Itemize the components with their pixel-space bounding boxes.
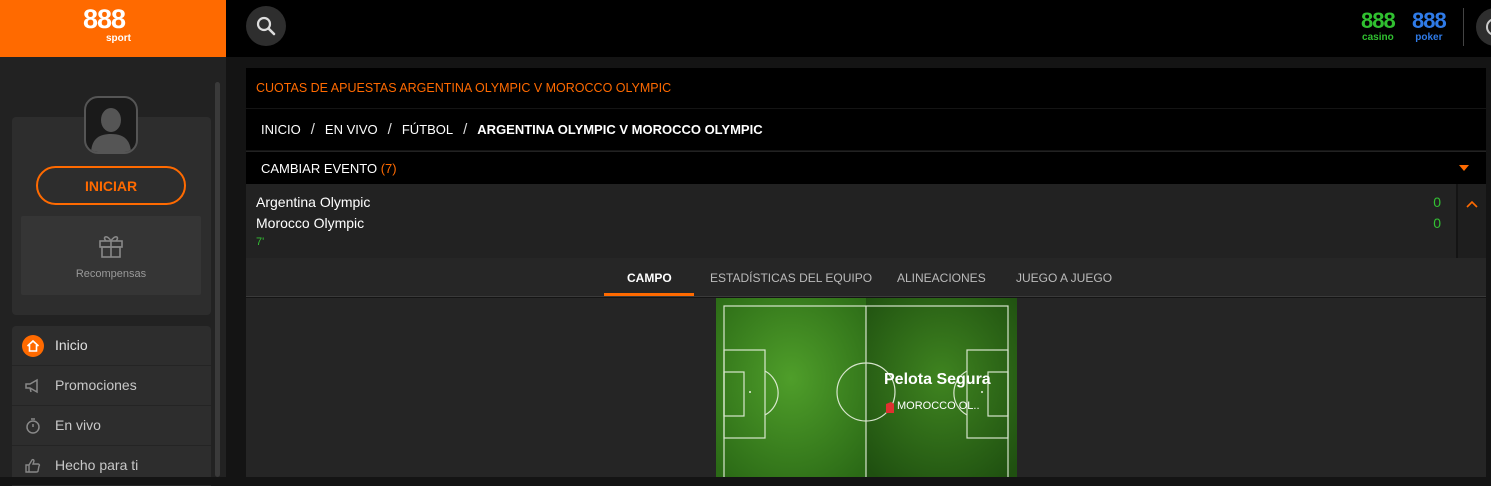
tab-alineaciones[interactable]: ALINEACIONES	[897, 271, 986, 285]
breadcrumb-current: ARGENTINA OLYMPIC V MOROCCO OLYMPIC	[477, 122, 763, 137]
top-bar: 888 sport 888 casino 888 poker	[0, 0, 1491, 57]
user-icon	[91, 108, 131, 152]
breadcrumb-separator: /	[310, 121, 315, 138]
breadcrumb: INICIO / EN VIVO / FÚTBOL / ARGENTINA OL…	[246, 109, 1486, 150]
rewards-label: Recompensas	[75, 268, 147, 280]
sidebar-item-label: En vivo	[55, 417, 101, 433]
home-icon	[22, 335, 44, 357]
chevron-up-icon	[1466, 200, 1478, 208]
breadcrumb-inicio[interactable]: INICIO	[261, 122, 301, 137]
sidebar-item-hecho-para-ti[interactable]: Hecho para ti	[12, 446, 211, 486]
active-tab-indicator	[604, 293, 694, 296]
change-event-count: (7)	[380, 161, 397, 176]
casino-label: casino	[1362, 32, 1394, 43]
login-button[interactable]: INICIAR	[36, 166, 186, 205]
scoreboard: Argentina Olympic Morocco Olympic 0 0 7'	[246, 184, 1456, 258]
poker-label: poker	[1415, 32, 1443, 43]
pitch-team: MOROCCO OL..	[897, 400, 980, 412]
breadcrumb-separator: /	[463, 121, 468, 138]
home-team: Argentina Olympic	[256, 194, 371, 210]
settings-button[interactable]	[1476, 8, 1491, 46]
pitch-area: Pelota Segura MOROCCO OL..	[246, 298, 1486, 486]
gear-icon	[1486, 18, 1491, 36]
tab-estadisticas[interactable]: ESTADÍSTICAS DEL EQUIPO	[710, 271, 872, 285]
casino-link[interactable]: 888 casino	[1361, 8, 1396, 44]
match-tabs: CAMPO ESTADÍSTICAS DEL EQUIPO ALINEACION…	[246, 258, 1486, 297]
pitch: Pelota Segura MOROCCO OL..	[716, 298, 1017, 486]
change-event-text: CAMBIAR EVENTO	[261, 161, 378, 176]
poker-link[interactable]: 888 poker	[1412, 8, 1447, 44]
search-icon	[256, 16, 276, 36]
breadcrumb-separator: /	[387, 121, 392, 138]
sidebar-item-label: Hecho para ti	[55, 457, 139, 473]
search-button[interactable]	[246, 6, 286, 46]
tab-juego-a-juego[interactable]: JUEGO A JUEGO	[1016, 271, 1112, 285]
casino-logo: 888	[1361, 8, 1396, 33]
page-title: CUOTAS DE APUESTAS ARGENTINA OLYMPIC V M…	[256, 81, 672, 95]
sidebar-scrollbar[interactable]	[215, 82, 220, 477]
shirt-icon	[886, 402, 894, 413]
sidebar-item-en-vivo[interactable]: En vivo	[12, 406, 211, 446]
poker-logo: 888	[1412, 8, 1447, 33]
change-event-label: CAMBIAR EVENTO (7)	[261, 161, 397, 176]
logo[interactable]: 888 sport	[0, 0, 226, 57]
change-event-dropdown[interactable]: CAMBIAR EVENTO (7)	[246, 151, 1486, 184]
logo-text: 888	[83, 4, 126, 34]
collapse-button[interactable]	[1458, 184, 1486, 258]
gift-icon	[99, 236, 123, 258]
avatar	[84, 96, 138, 154]
main-content: CUOTAS DE APUESTAS ARGENTINA OLYMPIC V M…	[246, 68, 1486, 486]
breadcrumb-futbol[interactable]: FÚTBOL	[402, 122, 453, 137]
rewards-button[interactable]: Recompensas	[21, 216, 201, 295]
away-team: Morocco Olympic	[256, 215, 365, 231]
match-minute: 7'	[256, 236, 265, 248]
sidebar-item-promociones[interactable]: Promociones	[12, 366, 211, 406]
sidebar-item-label: Inicio	[55, 337, 88, 353]
sidebar-item-inicio[interactable]: Inicio	[12, 326, 211, 366]
away-score: 0	[1433, 215, 1441, 231]
sidebar-nav: Inicio Promociones En vivo Hecho para ti	[12, 326, 211, 486]
breadcrumb-en-vivo[interactable]: EN VIVO	[325, 122, 378, 137]
thumbs-up-icon	[25, 458, 41, 473]
stopwatch-icon	[26, 418, 40, 434]
sidebar-item-label: Promociones	[55, 377, 137, 393]
logo-subtext: sport	[106, 33, 131, 44]
tab-campo[interactable]: CAMPO	[627, 271, 672, 285]
pitch-status: Pelota Segura	[884, 371, 991, 388]
megaphone-icon	[25, 378, 38, 394]
page-title-bar: CUOTAS DE APUESTAS ARGENTINA OLYMPIC V M…	[246, 68, 1486, 108]
divider	[1463, 8, 1464, 46]
chevron-down-icon	[1459, 165, 1469, 171]
home-score: 0	[1433, 194, 1441, 210]
